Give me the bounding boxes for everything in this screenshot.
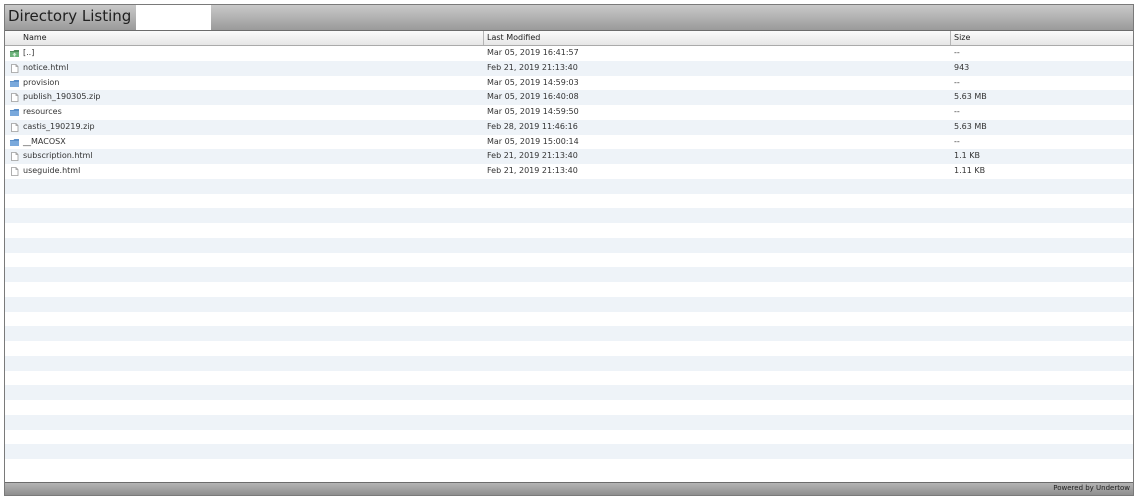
file-name-link[interactable]: resources — [23, 105, 62, 120]
empty-row — [5, 223, 1133, 238]
table-row[interactable]: [..] Mar 05, 2019 16:41:57 -- — [5, 46, 1133, 61]
table-row[interactable]: resources Mar 05, 2019 14:59:50 -- — [5, 105, 1133, 120]
empty-row — [5, 178, 1133, 194]
column-header-size[interactable]: Size — [950, 31, 970, 45]
file-name-link[interactable]: subscription.html — [23, 149, 93, 164]
table-row[interactable]: publish_190305.zip Mar 05, 2019 16:40:08 5… — [5, 90, 1133, 105]
modified-date: Feb 21, 2019 21:13:40 — [487, 151, 578, 161]
file-name-link[interactable]: publish_190305.zip — [23, 90, 101, 105]
modified-date: Mar 05, 2019 16:40:08 — [487, 92, 579, 102]
file-size: 1.11 KB — [954, 166, 986, 175]
modified-date: Mar 05, 2019 16:41:57 — [487, 48, 579, 57]
column-header-name[interactable]: Name — [19, 31, 47, 45]
file-size: 5.63 MB — [954, 121, 987, 131]
file-name-link[interactable]: useguide.html — [23, 164, 80, 179]
table-row[interactable]: __MACOSX Mar 05, 2019 15:00:14 -- — [5, 135, 1133, 150]
directory-listing-window: Directory Listing – Name Last Modified S… — [4, 4, 1134, 496]
redacted-path — [136, 5, 211, 30]
modified-date: Feb 21, 2019 21:13:40 — [487, 166, 578, 175]
empty-row — [5, 296, 1133, 312]
file-name-link[interactable]: __MACOSX — [23, 135, 66, 150]
empty-row — [5, 237, 1133, 253]
file-icon — [10, 122, 19, 132]
title-bar: Directory Listing – — [5, 5, 1133, 31]
modified-date: Feb 28, 2019 11:46:16 — [487, 121, 578, 131]
up-directory-icon — [10, 49, 19, 58]
file-size: -- — [954, 77, 960, 87]
empty-row — [5, 414, 1133, 430]
empty-row — [5, 385, 1133, 400]
file-size: -- — [954, 107, 960, 116]
file-size: 1.1 KB — [954, 151, 980, 161]
file-icon — [10, 167, 19, 176]
file-icon — [10, 93, 19, 103]
column-header-modified[interactable]: Last Modified — [483, 31, 540, 45]
empty-row — [5, 208, 1133, 223]
file-icon — [10, 63, 19, 73]
footer-bar: Powered by Undertow — [5, 482, 1133, 495]
file-name-link[interactable]: [..] — [23, 46, 34, 61]
empty-row — [5, 326, 1133, 341]
empty-row — [5, 312, 1133, 327]
modified-date: Feb 21, 2019 21:13:40 — [487, 62, 578, 72]
table-header: Name Last Modified Size — [5, 31, 1133, 46]
empty-row — [5, 355, 1133, 371]
file-icon — [10, 152, 19, 162]
empty-row — [5, 444, 1133, 459]
file-list: [..] Mar 05, 2019 16:41:57 -- notice.html Fe… — [5, 46, 1133, 474]
empty-row — [5, 341, 1133, 356]
folder-icon — [10, 108, 19, 117]
table-row[interactable]: subscription.html Feb 21, 2019 21:13:40 1.… — [5, 149, 1133, 164]
empty-row — [5, 400, 1133, 415]
empty-row — [5, 430, 1133, 445]
empty-row — [5, 459, 1133, 474]
empty-row — [5, 194, 1133, 209]
file-size: 943 — [954, 62, 970, 72]
file-name-link[interactable]: castis_190219.zip — [23, 120, 95, 135]
modified-date: Mar 05, 2019 15:00:14 — [487, 136, 579, 146]
table-row[interactable]: useguide.html Feb 21, 2019 21:13:40 1.11 K… — [5, 164, 1133, 179]
folder-icon — [10, 79, 19, 88]
modified-date: Mar 05, 2019 14:59:03 — [487, 77, 579, 87]
empty-row — [5, 267, 1133, 282]
empty-row — [5, 371, 1133, 386]
page-title: Directory Listing – — [8, 7, 144, 25]
powered-by-text: Powered by Undertow — [1053, 484, 1130, 492]
table-row[interactable]: provision Mar 05, 2019 14:59:03 -- — [5, 76, 1133, 91]
file-size: 5.63 MB — [954, 92, 987, 102]
file-name-link[interactable]: notice.html — [23, 61, 68, 76]
table-row[interactable]: notice.html Feb 21, 2019 21:13:40 943 — [5, 60, 1133, 76]
empty-row — [5, 253, 1133, 268]
file-size: -- — [954, 136, 960, 146]
modified-date: Mar 05, 2019 14:59:50 — [487, 107, 579, 116]
file-size: -- — [954, 48, 960, 57]
file-name-link[interactable]: provision — [23, 76, 59, 91]
folder-icon — [10, 138, 19, 147]
table-row[interactable]: castis_190219.zip Feb 28, 2019 11:46:16 5.… — [5, 119, 1133, 135]
empty-row — [5, 282, 1133, 297]
